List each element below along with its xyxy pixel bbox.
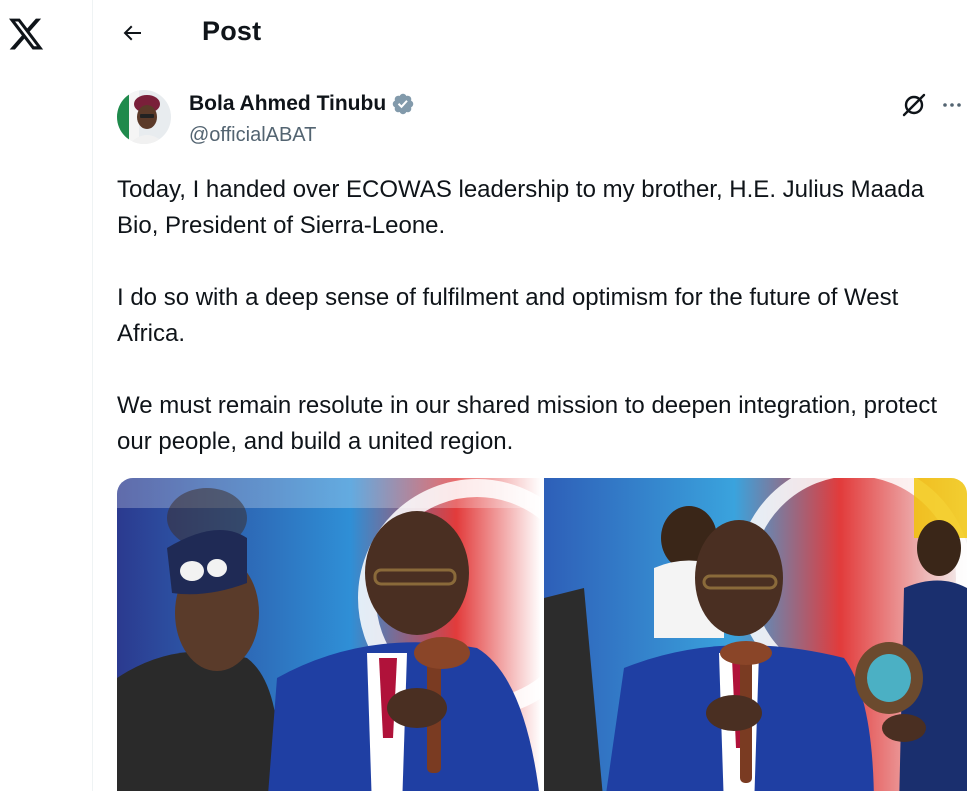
author-name-text: Bola Ahmed Tinubu (189, 92, 387, 115)
post-text: Today, I handed over ECOWAS leadership t… (117, 172, 957, 460)
page-title: Post (202, 16, 262, 46)
post-photo-2[interactable] (543, 478, 968, 791)
author-handle[interactable]: @officialABAT (189, 124, 316, 147)
more-horizontal-icon (943, 103, 961, 107)
back-button[interactable] (115, 16, 149, 50)
arrow-left-icon (123, 25, 141, 41)
post-media (117, 478, 967, 791)
author-name[interactable]: Bola Ahmed Tinubu (189, 92, 415, 116)
page-header: Post (93, 0, 978, 66)
main-column: Post Bola Ahmed Tinubu @officialABAT Tod… (93, 0, 978, 791)
verified-badge-icon (391, 92, 415, 116)
more-options-button[interactable] (937, 90, 967, 120)
avatar[interactable] (117, 90, 171, 144)
post-photo-1[interactable] (117, 478, 541, 791)
post-paragraph-1: Today, I handed over ECOWAS leadership t… (117, 176, 925, 239)
post-paragraph-3: We must remain resolute in our shared mi… (117, 392, 937, 455)
post-paragraph-2: I do so with a deep sense of fulfilment … (117, 284, 899, 347)
grok-button[interactable] (899, 90, 929, 120)
x-logo-icon[interactable] (6, 14, 46, 54)
grok-icon (902, 93, 926, 117)
left-rail (0, 0, 93, 791)
